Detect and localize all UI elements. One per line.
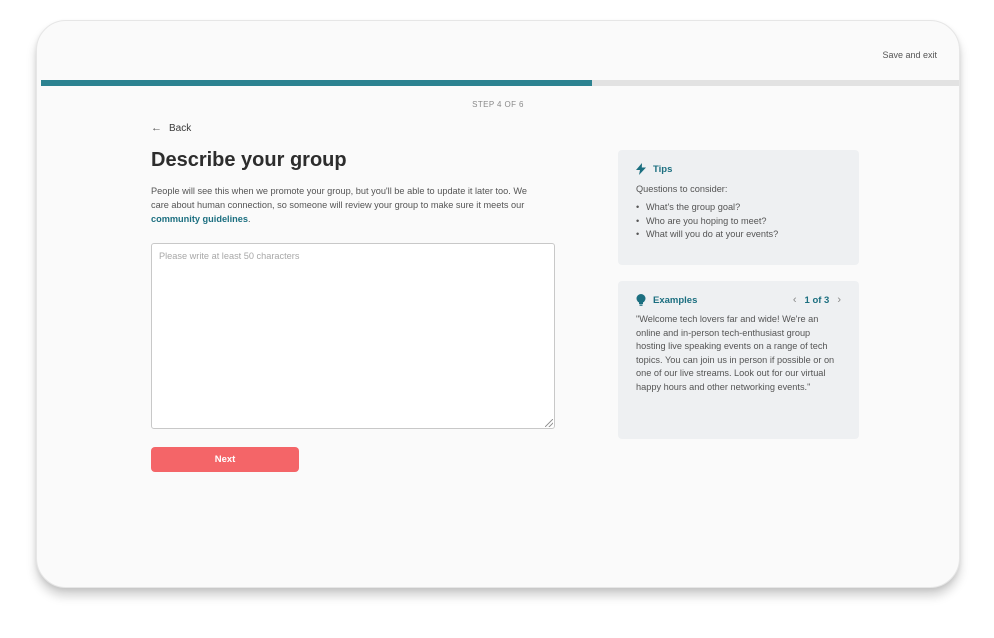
description-end: .: [248, 214, 251, 224]
list-item: • Who are you hoping to meet?: [636, 215, 841, 229]
next-button[interactable]: Next: [151, 447, 299, 472]
examples-header: Examples ‹ 1 of 3 ›: [636, 294, 841, 306]
chevron-left-icon[interactable]: ‹: [793, 294, 797, 306]
description-text: People will see this when we promote you…: [151, 186, 527, 210]
page-title: Describe your group: [151, 149, 347, 171]
save-and-exit-link[interactable]: Save and exit: [882, 50, 937, 60]
lightning-icon: [636, 163, 646, 175]
community-guidelines-link[interactable]: community guidelines: [151, 214, 248, 224]
group-description-input[interactable]: [151, 243, 555, 429]
examples-heading: Examples: [653, 294, 698, 306]
resize-handle[interactable]: [545, 419, 553, 427]
examples-pager: ‹ 1 of 3 ›: [793, 294, 841, 306]
back-link[interactable]: ← Back: [151, 122, 191, 134]
tip-text: Who are you hoping to meet?: [646, 215, 767, 226]
examples-card: Examples ‹ 1 of 3 › "Welcome tech lovers…: [618, 281, 859, 439]
pager-count: 1 of 3: [804, 294, 830, 306]
tips-list: • What's the group goal? • Who are you hop…: [636, 201, 841, 242]
tips-header: Tips: [636, 163, 841, 175]
tips-subheading: Questions to consider:: [636, 184, 728, 194]
arrow-left-icon: ←: [151, 122, 162, 134]
back-label: Back: [169, 122, 192, 134]
tips-heading: Tips: [653, 163, 673, 175]
examples-title: Examples: [636, 294, 697, 306]
tips-card: Tips Questions to consider: • What's the …: [618, 150, 859, 265]
tip-text: What will you do at your events?: [646, 229, 779, 239]
list-item: • What will you do at your events?: [636, 228, 841, 242]
example-quote: "Welcome tech lovers far and wide! We're…: [636, 314, 835, 392]
progress-bar-fill: [41, 80, 592, 86]
tip-text: What's the group goal?: [646, 202, 741, 212]
progress-bar: [41, 80, 959, 86]
chevron-right-icon[interactable]: ›: [837, 294, 841, 306]
list-item: • What's the group goal?: [636, 201, 841, 215]
app-window: Save and exit STEP 4 OF 6 ← Back Describ…: [36, 20, 960, 588]
step-indicator: STEP 4 OF 6: [472, 100, 524, 109]
lightbulb-icon: [636, 294, 646, 306]
page-description: People will see this when we promote you…: [151, 184, 546, 226]
